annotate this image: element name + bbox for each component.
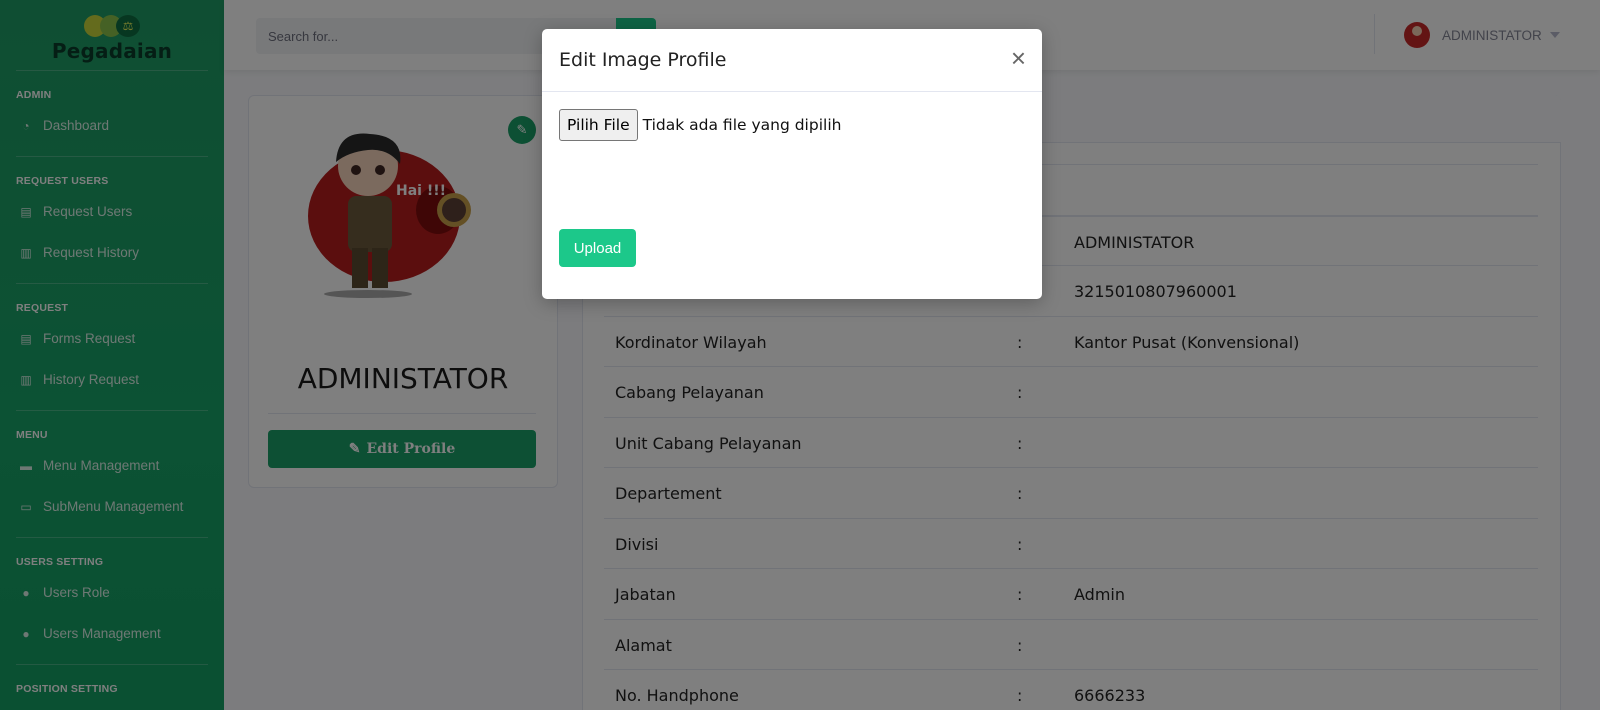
modal-title: Edit Image Profile bbox=[559, 49, 727, 71]
file-input[interactable]: Pilih File Tidak ada file yang dipilih bbox=[559, 109, 841, 141]
choose-file-button[interactable]: Pilih File bbox=[559, 109, 638, 141]
upload-button[interactable]: Upload bbox=[559, 229, 636, 267]
close-icon[interactable]: × bbox=[1011, 45, 1026, 71]
edit-image-modal: Edit Image Profile × Pilih File Tidak ad… bbox=[542, 29, 1042, 299]
modal-header: Edit Image Profile × bbox=[542, 29, 1042, 92]
file-status: Tidak ada file yang dipilih bbox=[642, 116, 842, 134]
